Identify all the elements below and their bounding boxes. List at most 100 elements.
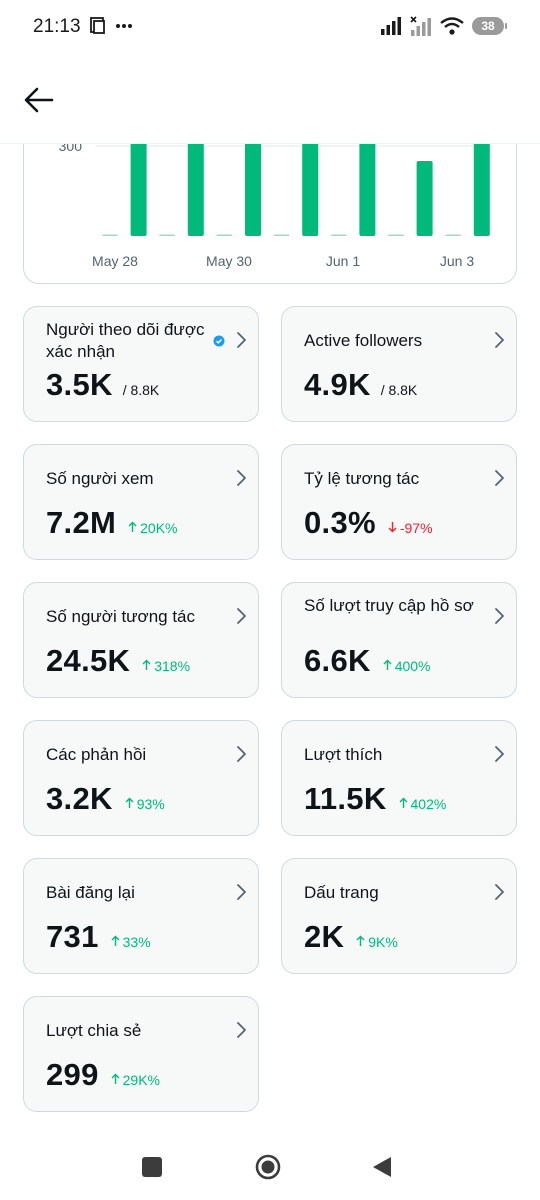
chart-bar[interactable] bbox=[330, 234, 347, 237]
signal-no-service-icon bbox=[410, 16, 431, 36]
arrow-left-icon bbox=[24, 87, 54, 113]
metric-delta: 20K% bbox=[128, 520, 177, 536]
metric-delta-text: 402% bbox=[410, 796, 447, 812]
metric-delta: -97% bbox=[388, 520, 433, 536]
arrow-up-icon bbox=[399, 797, 408, 808]
chevron-right-icon bbox=[237, 884, 246, 900]
chart-bar[interactable] bbox=[102, 234, 118, 237]
system-nav-bar bbox=[0, 1134, 540, 1200]
metric-value: 0.3% bbox=[304, 505, 376, 540]
metric-total: / 8.8K bbox=[122, 382, 160, 398]
metric-delta-text: 20K% bbox=[140, 520, 178, 536]
battery-level: 38 bbox=[481, 19, 495, 33]
battery-indicator: 38 bbox=[472, 17, 507, 35]
metric-total: / 8.8K bbox=[380, 382, 418, 398]
x-tick-label: Jun 3 bbox=[440, 253, 474, 269]
chart-bar[interactable] bbox=[159, 234, 176, 237]
arrow-up-icon bbox=[111, 935, 120, 946]
arrow-up-icon bbox=[128, 521, 137, 532]
metric-value: 11.5K bbox=[304, 781, 387, 816]
metric-card[interactable]: Bài đăng lại 731 33% bbox=[23, 858, 259, 974]
metric-delta: 400% bbox=[383, 658, 431, 674]
metric-delta: 318% bbox=[142, 658, 190, 674]
metric-delta: 29K% bbox=[111, 1072, 160, 1088]
app-bar bbox=[0, 56, 540, 144]
chart-bar[interactable] bbox=[445, 234, 462, 237]
chart-bar[interactable] bbox=[388, 234, 404, 237]
metric-value: 731 bbox=[46, 919, 99, 954]
triangle-back-icon bbox=[373, 1157, 391, 1177]
more-dots-icon bbox=[116, 23, 132, 28]
metric-label: Active followers bbox=[304, 331, 423, 350]
chevron-right-icon bbox=[495, 608, 504, 624]
metric-value: 299 bbox=[46, 1057, 99, 1092]
wifi-icon bbox=[440, 17, 464, 35]
square-icon bbox=[142, 1157, 162, 1177]
metric-delta-text: 33% bbox=[122, 934, 151, 950]
chart-bar[interactable] bbox=[416, 161, 433, 236]
chevron-right-icon bbox=[237, 470, 246, 486]
metric-delta: 33% bbox=[111, 934, 151, 950]
metric-card[interactable]: Dấu trang 2K 9K% bbox=[281, 858, 517, 974]
metric-label: Số lượt truy cập hồ sơ bbox=[304, 596, 474, 615]
chevron-right-icon bbox=[237, 1022, 246, 1038]
metric-card[interactable]: Tỷ lệ tương tác 0.3% -97% bbox=[281, 444, 517, 560]
metric-label: Bài đăng lại bbox=[46, 883, 135, 902]
metric-value: 3.2K bbox=[46, 781, 113, 816]
chart-bar[interactable] bbox=[273, 234, 290, 237]
x-tick-label: May 28 bbox=[92, 253, 138, 269]
chevron-right-icon bbox=[237, 332, 246, 348]
metric-delta: 402% bbox=[399, 796, 447, 812]
status-time: 21:13 bbox=[33, 16, 81, 37]
circle-icon bbox=[255, 1154, 281, 1180]
metric-label: Lượt chia sẻ bbox=[46, 1021, 142, 1040]
arrow-up-icon bbox=[125, 797, 134, 808]
metric-delta-text: 9K% bbox=[368, 934, 398, 950]
metric-value: 24.5K bbox=[46, 643, 131, 678]
screenshot-notification-icon bbox=[90, 17, 105, 34]
metric-value: 4.9K bbox=[304, 367, 371, 402]
metric-label: Các phản hồi bbox=[46, 745, 147, 764]
metric-card[interactable]: Active followers 4.9K / 8.8K bbox=[281, 306, 517, 422]
arrow-up-icon bbox=[111, 1073, 120, 1084]
chart-bar[interactable] bbox=[216, 234, 233, 237]
recents-button[interactable] bbox=[142, 1157, 162, 1182]
metric-label: Tỷ lệ tương tác bbox=[304, 469, 420, 488]
back-button[interactable] bbox=[22, 84, 56, 116]
metric-delta-text: 93% bbox=[136, 796, 165, 812]
metric-card[interactable]: Lượt chia sẻ 299 29K% bbox=[23, 996, 259, 1112]
chevron-right-icon bbox=[495, 884, 504, 900]
metric-delta-text: 318% bbox=[154, 658, 191, 674]
metric-card[interactable]: Số người xem 7.2M 20K% bbox=[23, 444, 259, 560]
metric-value: 7.2M bbox=[46, 505, 117, 540]
metric-value: 3.5K bbox=[46, 367, 113, 402]
x-tick-label: May 30 bbox=[206, 253, 252, 269]
verified-badge-icon bbox=[213, 335, 225, 347]
metric-delta-text: 29K% bbox=[122, 1072, 160, 1088]
signal-icon bbox=[381, 17, 401, 35]
metric-label: Số người xem bbox=[46, 469, 154, 488]
chevron-right-icon bbox=[237, 608, 246, 624]
chevron-right-icon bbox=[495, 332, 504, 348]
chevron-right-icon bbox=[237, 746, 246, 762]
metric-delta-text: -97% bbox=[399, 520, 433, 536]
metric-label: Người theo dõi được xác nhận bbox=[46, 320, 205, 361]
home-button[interactable] bbox=[255, 1154, 281, 1185]
metric-card[interactable]: Lượt thích 11.5K 402% bbox=[281, 720, 517, 836]
arrow-up-icon bbox=[383, 659, 392, 670]
metric-value: 2K bbox=[304, 919, 345, 954]
x-tick-label: Jun 1 bbox=[326, 253, 360, 269]
metric-value: 6.6K bbox=[304, 643, 371, 678]
arrow-up-icon bbox=[142, 659, 151, 670]
metric-label: Số người tương tác bbox=[46, 607, 196, 626]
metric-label: Lượt thích bbox=[304, 745, 383, 764]
metric-card[interactable]: Các phản hồi 3.2K 93% bbox=[23, 720, 259, 836]
metric-card[interactable]: Số người tương tác 24.5K 318% bbox=[23, 582, 259, 698]
metric-card[interactable]: Người theo dõi được xác nhận 3.5K / 8.8K bbox=[23, 306, 259, 422]
metric-delta: 93% bbox=[125, 796, 165, 812]
system-back-button[interactable] bbox=[372, 1156, 392, 1183]
metric-card[interactable]: Số lượt truy cập hồ sơ 6.6K 400% bbox=[281, 582, 517, 698]
metric-label: Dấu trang bbox=[304, 883, 379, 902]
metric-delta: 9K% bbox=[356, 934, 398, 950]
metric-delta-text: 400% bbox=[394, 658, 431, 674]
